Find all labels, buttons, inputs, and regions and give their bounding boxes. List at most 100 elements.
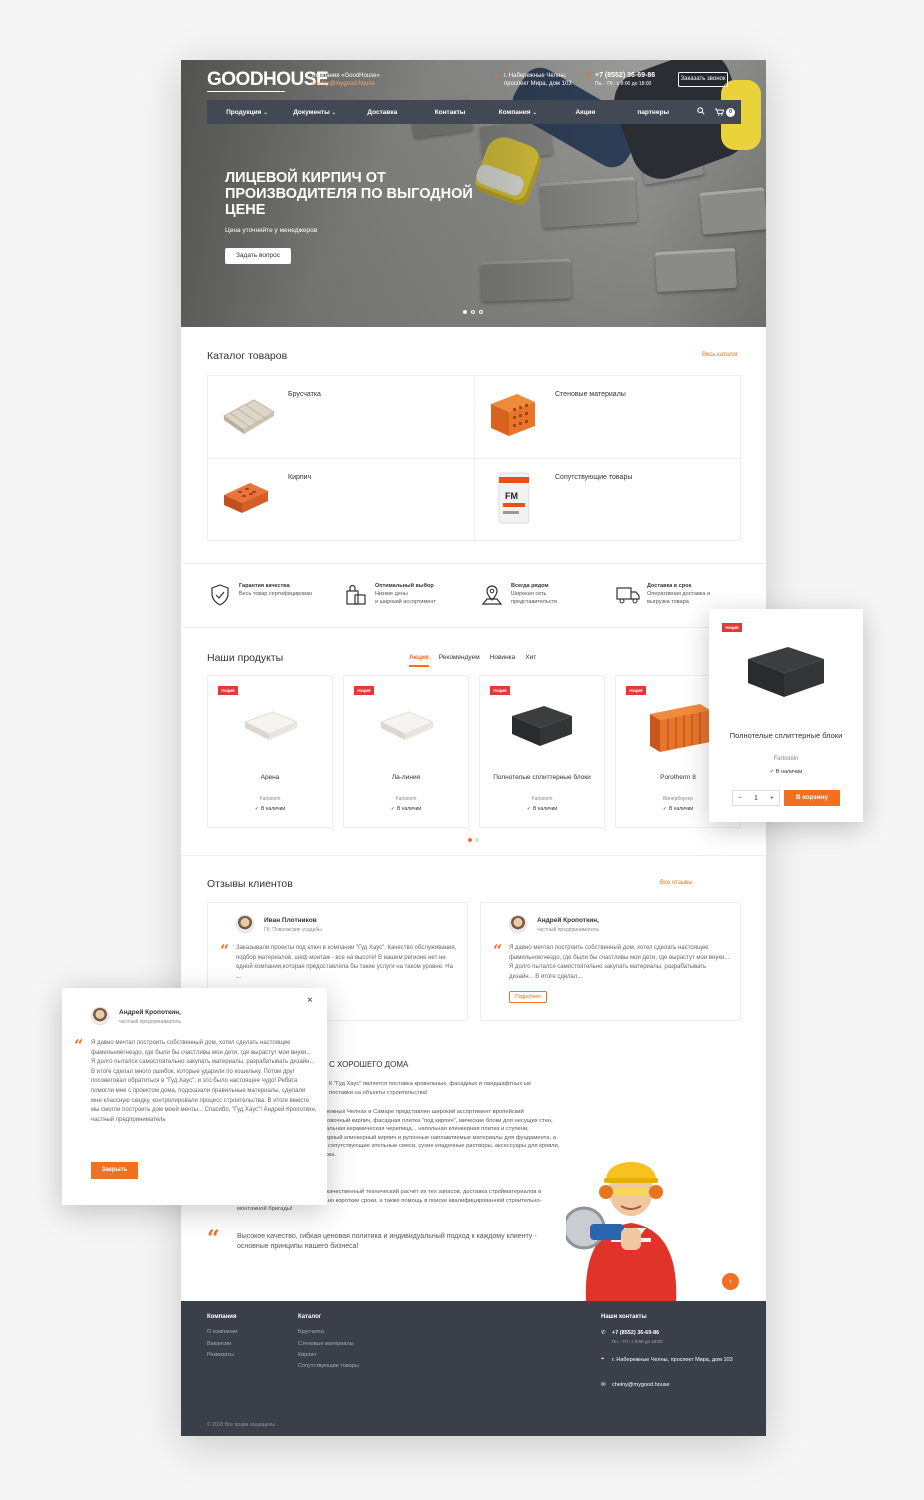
tab-recommended[interactable]: Рекомендуем	[439, 654, 480, 667]
footer-link[interactable]: Брусчатка	[298, 1329, 324, 1335]
scroll-up-button[interactable]: ↑	[722, 1273, 739, 1290]
check-icon: ✓	[526, 806, 532, 812]
sale-badge: Акция	[218, 686, 238, 695]
catalog-item-related[interactable]: FM Сопутствующие товары	[475, 459, 742, 542]
qty-plus-button[interactable]: +	[770, 795, 774, 802]
modal-review-text: Я давно мечтал построить собственный дом…	[91, 1040, 317, 1123]
slider-dot[interactable]	[471, 310, 475, 314]
product-name[interactable]: Арена	[208, 774, 332, 782]
search-icon[interactable]	[697, 107, 705, 117]
ask-question-button[interactable]: Задать вопрос	[225, 248, 291, 264]
slider-dots	[463, 310, 483, 314]
nav-item-contacts[interactable]: Контакты	[416, 109, 484, 116]
product-tabs: Акция Рекомендуем Новинка Хит	[409, 654, 536, 667]
header-phone[interactable]: +7 (8552) 36-69-86	[595, 72, 655, 79]
location-icon: ⌖	[601, 1356, 605, 1362]
modal-close-button[interactable]: Закрыть	[91, 1162, 138, 1179]
products-title: Наши продукты	[207, 652, 284, 664]
slider-dot[interactable]	[479, 310, 483, 314]
tab-sale[interactable]: Акция	[409, 654, 429, 667]
nav-item-promotions[interactable]: Акции	[552, 109, 620, 116]
product-name[interactable]: Полнотелые сплиттерные блоки	[480, 774, 604, 782]
catalog-item-paving[interactable]: Брусчатка	[208, 376, 475, 459]
nav-item-documents[interactable]: Документы ⌄	[281, 109, 349, 116]
header-address-line2: проспект Мира, дом 103	[504, 81, 572, 87]
call-request-button[interactable]: Заказать звонок	[678, 72, 728, 87]
pagination-dot[interactable]	[468, 838, 472, 842]
nav-item-products[interactable]: Продукция ⌄	[213, 109, 281, 116]
catalog-item-label: Кирпич	[288, 474, 312, 481]
header-email[interactable]: chelny@mygood.house	[312, 81, 375, 88]
footer-link[interactable]: Реквизиты	[207, 1352, 234, 1358]
feature-choice: Оптимальный выбор Низкие цены и широкий ас…	[343, 582, 436, 612]
about-title: С ХОРОШЕГО ДОМА	[329, 1060, 409, 1069]
footer-link[interactable]: Стеновые материалы	[298, 1341, 354, 1347]
modal-reviewer-name: Андрей Кропоткин,	[119, 1009, 181, 1016]
catalog-item-wall-materials[interactable]: Стеновые материалы	[475, 376, 742, 459]
logo[interactable]: GOODHOUSE	[207, 70, 329, 90]
truck-icon	[615, 582, 641, 608]
qty-value[interactable]: 1	[754, 795, 758, 802]
review-text: Заказывали проекты под ключ в компании "…	[236, 945, 457, 980]
footer-contacts-title: Наши контакты	[601, 1314, 647, 1320]
catalog-title: Каталог товаров	[207, 350, 288, 362]
company-name: Компания «GoodHouse»	[312, 73, 380, 79]
chevron-down-icon: ⌄	[532, 109, 537, 116]
footer-link[interactable]: Сопутствующие товары	[298, 1363, 359, 1369]
location-icon: ⌖	[494, 72, 499, 81]
product-card[interactable]: Акция Полнотелые сплиттерные блоки Farbs…	[479, 675, 605, 828]
map-pin-icon	[479, 582, 505, 608]
product-card[interactable]: Акция Арена Farbstein ✓ В наличии	[207, 675, 333, 828]
shield-check-icon	[207, 582, 233, 608]
footer-address: г. Набережные Челны, проспект Мира, дом …	[612, 1357, 733, 1363]
slider-dot[interactable]	[463, 310, 467, 314]
tab-hit[interactable]: Хит	[525, 654, 536, 667]
footer-email[interactable]: chelny@mygood.house	[612, 1382, 670, 1388]
qty-minus-button[interactable]: −	[738, 795, 742, 802]
sale-badge: Акция	[490, 686, 510, 695]
hero-title: ЛИЦЕВОЙ КИРПИЧ ОТ ПРОИЗВОДИТЕЛЯ ПО ВЫГОД…	[225, 170, 473, 218]
nav-item-company[interactable]: Компания ⌄	[484, 109, 552, 116]
worker-illustration	[566, 1162, 677, 1302]
cart-button[interactable]: 0	[715, 107, 736, 117]
reviews-title: Отзывы клиентов	[207, 878, 293, 890]
about-paragraph-2: Набережных Челнах и Самаре представлен ш…	[311, 1109, 560, 1158]
catalog-item-brick[interactable]: Кирпич	[208, 459, 475, 542]
footer-link[interactable]: О компании	[207, 1329, 237, 1335]
quantity-stepper[interactable]: − 1 +	[732, 790, 780, 806]
tab-new[interactable]: Новинка	[490, 654, 516, 667]
add-to-cart-button[interactable]: В корзину	[784, 790, 840, 806]
reviewer-role: ГК: Поволжские усадьбы	[264, 927, 322, 933]
hero-subtitle: Цена уточняйте у менеджеров	[225, 227, 318, 234]
check-icon: ✓	[662, 806, 668, 812]
product-card[interactable]: Акция Ла-линия Farbstein ✓ В наличии	[343, 675, 469, 828]
catalog-item-label: Брусчатка	[288, 391, 321, 398]
feature-delivery: Доставка в срок Оперативная доставка и выг…	[615, 582, 710, 612]
popup-product-brand: Farbstein	[773, 756, 799, 762]
about-quote: Высокое качество, гибкая ценовая политик…	[237, 1233, 537, 1250]
stock-status: ✓ В наличии	[390, 806, 422, 812]
catalog-grid: Брусчатка Стеновые материалы Кирпич FM С…	[207, 375, 742, 542]
header-hours: Пн. - Пт.: с 9:00 до 18:00	[595, 81, 652, 87]
pagination-dot[interactable]	[475, 838, 479, 842]
footer-link[interactable]: Вакансии	[207, 1341, 231, 1347]
feature-nearby: Всегда рядом Широкая сеть представительств	[479, 582, 557, 612]
footer-company-title: Компания	[207, 1314, 237, 1320]
nav-item-partners[interactable]: партнеры	[619, 109, 687, 116]
close-icon[interactable]: ×	[307, 995, 313, 1006]
review-more-button[interactable]: Подробнее	[509, 991, 547, 1003]
modal-reviewer-role: частный предприниматель	[119, 1019, 182, 1025]
product-name[interactable]: Ла-линия	[344, 774, 468, 782]
phone-icon: ✆	[586, 72, 592, 79]
all-reviews-link[interactable]: Все отзывы	[660, 880, 693, 886]
footer-link[interactable]: Кирпич	[298, 1352, 316, 1358]
hero-banner: GOODHOUSE Компания «GoodHouse» chelny@my…	[181, 60, 766, 327]
nav-item-delivery[interactable]: Доставка	[348, 109, 416, 116]
footer-phone[interactable]: +7 (8552) 36-69-86	[612, 1330, 659, 1336]
popup-product-name[interactable]: Полнотелые сплиттерные блоки	[709, 731, 863, 740]
stock-status: ✓ В наличии	[254, 806, 286, 812]
all-catalog-link[interactable]: Весь каталог	[702, 352, 738, 358]
svg-text:FM: FM	[505, 491, 518, 501]
review-card: Андрей Кропоткин, частный предпринимател…	[480, 902, 741, 1021]
catalog-item-label: Сопутствующие товары	[555, 474, 633, 481]
